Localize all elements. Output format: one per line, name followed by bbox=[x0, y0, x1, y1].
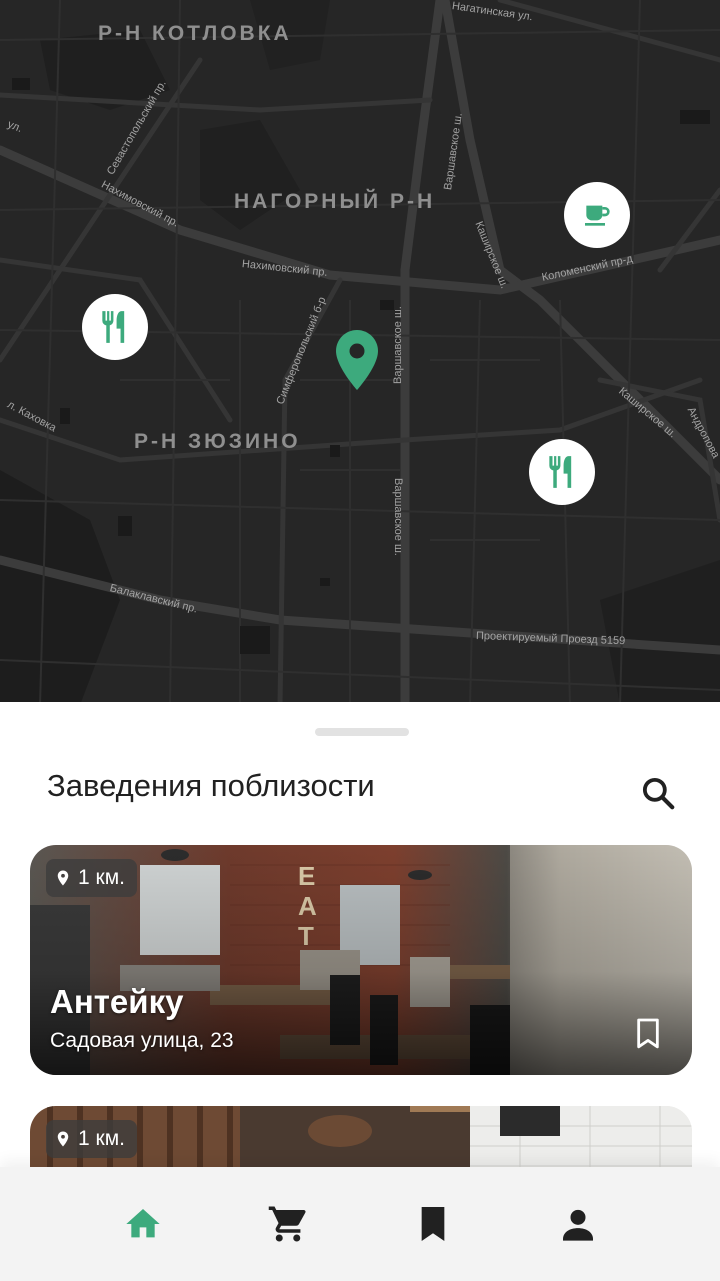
bookmark-icon bbox=[421, 1207, 444, 1241]
street-label: Варшавское ш. bbox=[392, 478, 404, 556]
fork-knife-icon bbox=[549, 456, 572, 488]
fork-knife-icon bbox=[102, 311, 125, 343]
street-label: Варшавское ш. bbox=[392, 306, 404, 384]
coffee-cup-icon bbox=[585, 205, 610, 226]
cafe-marker[interactable] bbox=[564, 182, 630, 248]
nav-cart[interactable] bbox=[258, 1194, 318, 1254]
restaurant-marker[interactable] bbox=[529, 439, 595, 505]
place-name: Антейку bbox=[50, 983, 184, 1020]
cart-icon bbox=[268, 1206, 306, 1242]
sheet-title: Заведения поблизости bbox=[47, 768, 375, 803]
location-pin-icon bbox=[336, 330, 378, 390]
location-pin-icon bbox=[57, 1131, 69, 1147]
search-icon bbox=[642, 777, 675, 810]
distance-badge: 1 км. bbox=[46, 859, 137, 897]
distance-text: 1 км. bbox=[78, 866, 125, 889]
search-button[interactable] bbox=[637, 772, 679, 814]
location-pin-icon bbox=[57, 870, 69, 886]
nav-bookmarks[interactable] bbox=[403, 1194, 463, 1254]
distance-badge: 1 км. bbox=[46, 1120, 137, 1158]
district-label: Р-Н КОТЛОВКА bbox=[98, 22, 292, 45]
place-address: Садовая улица, 23 bbox=[50, 1029, 234, 1052]
profile-icon bbox=[562, 1209, 593, 1241]
home-icon bbox=[125, 1209, 160, 1238]
map-view[interactable]: Р-Н КОТЛОВКА НАГОРНЫЙ Р-Н Р-Н ЗЮЗИНО Наг… bbox=[0, 0, 720, 705]
district-label: НАГОРНЫЙ Р-Н bbox=[234, 190, 436, 213]
bottom-navigation bbox=[0, 1167, 720, 1281]
nav-profile[interactable] bbox=[548, 1194, 608, 1254]
bookmark-button[interactable] bbox=[630, 1015, 666, 1053]
place-card[interactable]: E A T 1 км. Антейку Садо bbox=[30, 845, 692, 1075]
district-label: Р-Н ЗЮЗИНО bbox=[134, 430, 301, 453]
bookmark-outline-icon bbox=[637, 1018, 659, 1049]
nav-home[interactable] bbox=[113, 1194, 173, 1254]
restaurant-marker[interactable] bbox=[82, 294, 148, 360]
sheet-drag-handle[interactable] bbox=[315, 728, 409, 736]
distance-text: 1 км. bbox=[78, 1127, 125, 1150]
